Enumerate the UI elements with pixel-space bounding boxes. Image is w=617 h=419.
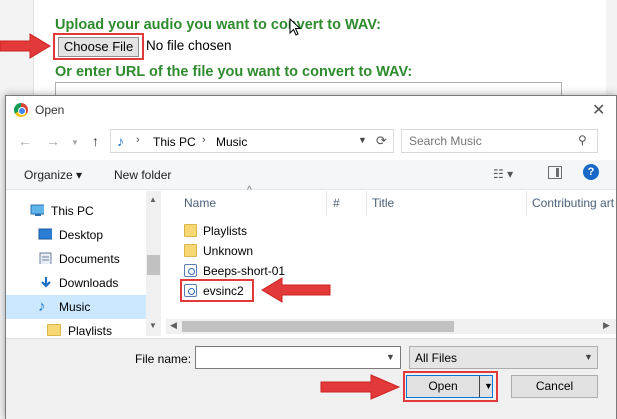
breadcrumb-separator-icon[interactable]: › xyxy=(136,134,140,146)
new-folder-button[interactable]: New folder xyxy=(114,168,171,182)
up-arrow-icon[interactable]: ↑ xyxy=(92,133,99,149)
file-row-evsinc2[interactable]: evsinc2 xyxy=(184,281,250,301)
downloads-icon xyxy=(41,277,51,288)
file-name: Unknown xyxy=(203,244,254,258)
red-arrow-icon xyxy=(320,374,401,400)
scroll-right-icon[interactable]: ▶ xyxy=(603,320,610,331)
address-bar[interactable]: ♪ › This PC › Music ▼ ⟳ xyxy=(110,129,394,153)
search-icon[interactable]: ⚲ xyxy=(578,133,587,147)
file-row-playlists[interactable]: Playlists xyxy=(184,221,304,241)
column-header-label: Name xyxy=(184,196,217,210)
red-arrow-icon xyxy=(261,277,331,303)
file-name-input[interactable] xyxy=(196,347,376,368)
red-arrow-icon xyxy=(0,33,51,59)
nav-item-label: Playlists xyxy=(68,324,113,336)
organize-button[interactable]: Organize ▾ xyxy=(24,168,82,182)
file-list: Name ^ # Title Contributing art Playlist… xyxy=(166,185,616,336)
column-header-number[interactable]: # xyxy=(327,191,367,215)
nav-item-label: This PC xyxy=(51,204,94,218)
column-header-label: # xyxy=(333,196,340,210)
file-type-filter-value: All Files xyxy=(415,351,458,365)
music-icon: ♪ xyxy=(38,298,46,315)
file-list-horizontal-scrollbar[interactable]: ◀ ▶ xyxy=(166,319,616,334)
audio-file-icon xyxy=(184,284,197,297)
nav-item-label: Documents xyxy=(59,252,120,266)
scroll-left-icon[interactable]: ◀ xyxy=(170,320,177,331)
open-file-dialog: Open ✕ ← → ▼ ↑ ♪ › This PC › Music ▼ ⟳ ⚲… xyxy=(5,95,617,419)
nav-item-playlists[interactable]: Playlists xyxy=(6,319,146,336)
nav-item-downloads[interactable]: Downloads xyxy=(6,271,146,295)
dialog-titlebar: Open ✕ xyxy=(6,96,616,124)
url-input[interactable] xyxy=(55,82,562,96)
file-name: Playlists xyxy=(203,224,248,238)
nav-item-desktop[interactable]: Desktop xyxy=(6,223,146,247)
nav-pane-scroll-thumb[interactable] xyxy=(147,255,160,275)
nav-item-label: Downloads xyxy=(59,276,119,290)
refresh-icon[interactable]: ⟳ xyxy=(376,133,387,149)
nav-pane-scrollbar[interactable]: ▲ ▼ xyxy=(146,191,161,336)
no-file-chosen-text: No file chosen xyxy=(146,38,232,53)
nav-item-music[interactable]: ♪ Music xyxy=(6,295,146,319)
open-options-dropdown-icon[interactable]: ▼ xyxy=(484,376,493,397)
file-name: evsinc2 xyxy=(203,284,244,298)
computer-icon xyxy=(30,204,44,216)
scroll-up-icon[interactable]: ▲ xyxy=(149,195,157,204)
file-row-unknown[interactable]: Unknown xyxy=(184,241,304,261)
nav-item-documents[interactable]: Documents xyxy=(6,247,146,271)
close-icon[interactable]: ✕ xyxy=(592,100,605,120)
scroll-down-icon[interactable]: ▼ xyxy=(149,321,157,330)
preview-pane-icon[interactable] xyxy=(548,166,562,179)
search-input[interactable] xyxy=(402,130,572,152)
file-list-scroll-thumb[interactable] xyxy=(182,321,454,332)
chevron-down-icon: ▼ xyxy=(584,352,593,362)
nav-item-label: Desktop xyxy=(59,228,104,242)
file-name-field[interactable]: ▼ xyxy=(195,346,401,369)
file-name-dropdown-icon[interactable]: ▼ xyxy=(386,352,395,362)
file-name-label: File name: xyxy=(135,352,192,366)
documents-icon xyxy=(39,252,52,264)
help-icon[interactable]: ? xyxy=(583,164,599,180)
navigation-bar: ← → ▼ ↑ ♪ › This PC › Music ▼ ⟳ ⚲ xyxy=(6,126,616,156)
column-header-contributing-artists[interactable]: Contributing art xyxy=(527,191,616,215)
folder-icon xyxy=(47,324,61,336)
audio-file-icon xyxy=(184,264,197,277)
search-box[interactable]: ⚲ xyxy=(401,129,598,153)
dialog-toolbar: Organize ▾ New folder ☷ ▾ ? xyxy=(6,160,616,190)
sort-ascending-icon: ^ xyxy=(247,185,252,196)
navigation-pane: This PC Desktop Documents Downloads ♪ Mu… xyxy=(6,191,161,336)
file-type-filter[interactable]: All Files ▼ xyxy=(409,346,598,369)
open-button[interactable]: Open ▼ xyxy=(406,375,493,398)
music-note-icon: ♪ xyxy=(117,133,124,149)
desktop-icon xyxy=(38,228,52,240)
chrome-icon xyxy=(14,103,28,117)
address-dropdown-icon[interactable]: ▼ xyxy=(358,135,367,145)
dialog-title: Open xyxy=(35,103,65,117)
breadcrumb-separator-icon[interactable]: › xyxy=(202,134,206,146)
breadcrumb-music[interactable]: Music xyxy=(216,135,247,149)
column-header-title[interactable]: Title xyxy=(367,191,527,215)
upload-heading: Upload your audio you want to convert to… xyxy=(55,17,381,33)
url-heading: Or enter URL of the file you want to con… xyxy=(55,64,413,80)
column-header-label: Contributing art xyxy=(532,196,615,210)
nav-item-label: Music xyxy=(59,300,91,314)
choose-file-button[interactable]: Choose File xyxy=(58,37,139,57)
column-header-name[interactable]: Name ^ xyxy=(166,185,326,215)
nav-item-this-pc[interactable]: This PC xyxy=(6,199,146,223)
folder-icon xyxy=(184,224,197,237)
change-view-icon[interactable]: ☷ ▾ xyxy=(493,167,513,181)
open-button-label: Open xyxy=(428,379,458,393)
dialog-bottom-area: File name: ▼ All Files ▼ Open ▼ Cancel xyxy=(6,338,616,419)
cancel-button[interactable]: Cancel xyxy=(511,375,598,398)
recent-locations-chevron-icon[interactable]: ▼ xyxy=(71,138,79,147)
mouse-cursor-icon xyxy=(289,18,302,36)
forward-arrow-icon[interactable]: → xyxy=(46,133,60,149)
breadcrumb-this-pc[interactable]: This PC xyxy=(153,135,196,149)
column-header-label: Title xyxy=(372,196,395,210)
back-arrow-icon[interactable]: ← xyxy=(18,133,32,149)
open-button-split xyxy=(479,376,480,397)
folder-icon xyxy=(184,244,197,257)
